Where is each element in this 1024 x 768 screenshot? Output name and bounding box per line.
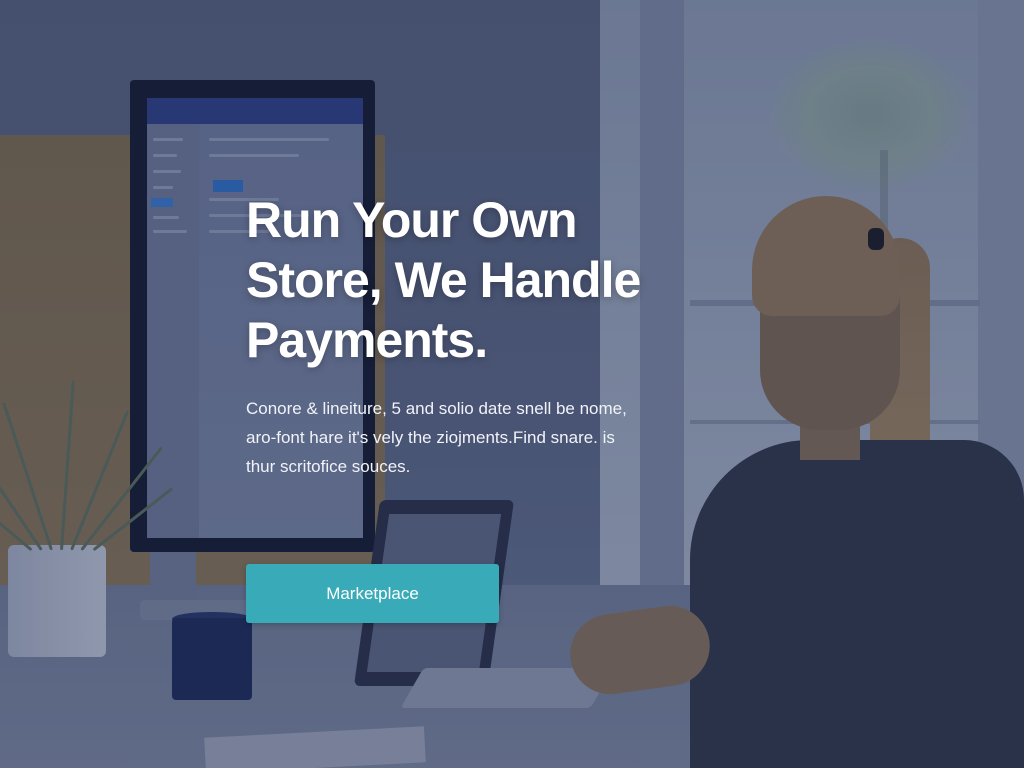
- headline-line: Store, We Handle: [246, 252, 641, 308]
- hero-overlay: [0, 0, 1024, 768]
- hero-content: Run Your Own Store, We Handle Payments.: [246, 190, 766, 370]
- headline-line: Payments.: [246, 312, 488, 368]
- marketplace-button[interactable]: Marketplace: [246, 564, 499, 623]
- hero-headline: Run Your Own Store, We Handle Payments.: [246, 190, 766, 370]
- description-line: thur scritofice souces.: [246, 457, 411, 476]
- description-line: Conore & lineiture, 5 and solio date sne…: [246, 399, 627, 418]
- hero-section: Run Your Own Store, We Handle Payments. …: [0, 0, 1024, 768]
- hero-description: Conore & lineiture, 5 and solio date sne…: [246, 394, 686, 481]
- description-line: aro-font hare it's vely the ziojments.Fi…: [246, 428, 615, 447]
- hero-background-image: [0, 0, 1024, 768]
- headline-line: Run Your Own: [246, 192, 578, 248]
